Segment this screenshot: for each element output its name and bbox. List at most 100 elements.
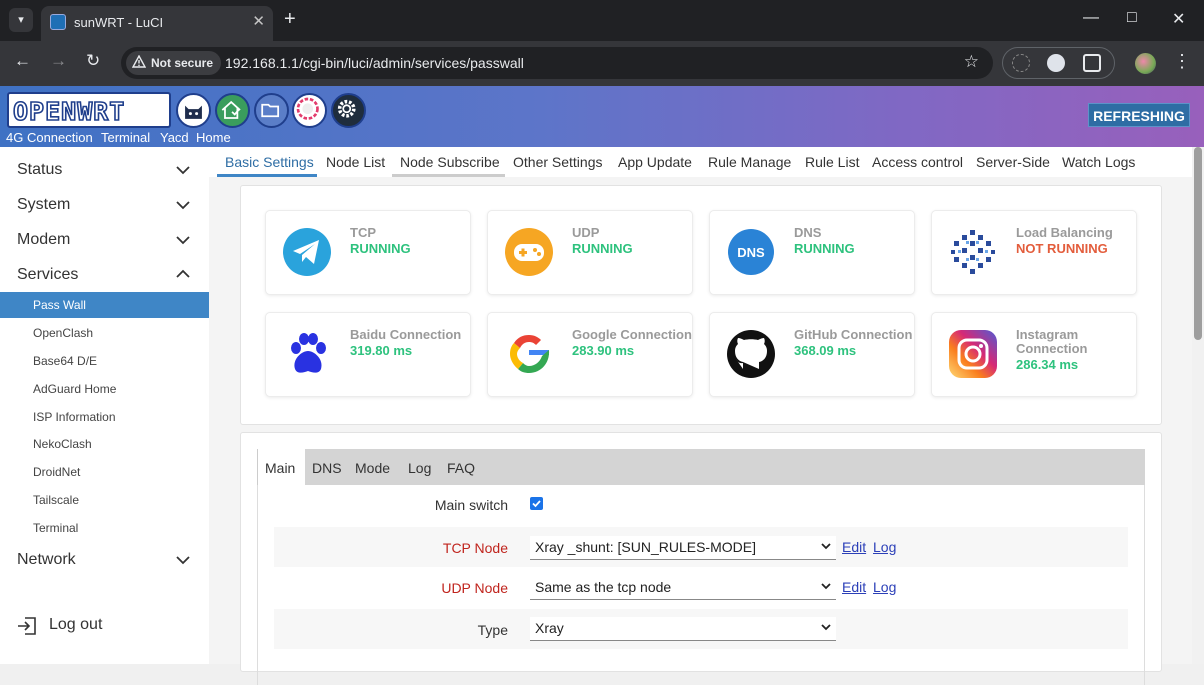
sidebar-item-adguard-home[interactable]: AdGuard Home [33,382,116,396]
recycle-extension-icon[interactable] [1012,54,1030,72]
openwrt-logo[interactable]: OPENWRT [7,92,171,128]
tab-close-icon[interactable]: ✕ [252,12,265,30]
chevron-up-icon[interactable] [176,267,190,281]
card-title: DNS [794,225,822,240]
tab-search-button[interactable]: ▾ [9,8,33,32]
instagram-icon [949,330,997,378]
tcp-node-log-link[interactable]: Log [873,539,896,555]
bookmark-star-icon[interactable]: ☆ [964,52,979,72]
load-balancing-icon [951,230,995,274]
close-window-icon[interactable]: ✕ [1172,9,1185,29]
minimize-icon[interactable]: — [1083,9,1099,27]
settings-gear-icon[interactable] [331,93,366,128]
maximize-icon[interactable]: □ [1127,9,1137,27]
luci-header: OPENWRT 4G Connection Terminal Yacd Home… [0,86,1204,147]
config-tab-log[interactable]: Log [408,460,431,476]
gauge-icon[interactable] [292,93,327,128]
type-value: Xray [535,620,564,636]
chevron-down-icon [821,583,831,590]
sidebar-item-terminal[interactable]: Terminal [33,521,78,535]
tab-node-list[interactable]: Node List [326,154,385,170]
card-title: UDP [572,225,600,240]
browser-menu-icon[interactable]: ⋮ [1173,51,1191,72]
cat-avatar-icon[interactable] [176,93,211,128]
sidebar-item-isp-information[interactable]: ISP Information [33,410,116,424]
sidebar-item-openclash[interactable]: OpenClash [33,326,93,340]
chevron-down-icon[interactable] [176,198,190,212]
shortcut-4g-connection[interactable]: 4G Connection [6,130,93,145]
svg-text:DNS: DNS [737,245,765,260]
sidebar-group-modem[interactable]: Modem [17,231,70,249]
sidebar-item-label: Pass Wall [33,298,86,312]
sidebar-item-tailscale[interactable]: Tailscale [33,493,79,507]
extensions-puzzle-icon[interactable] [1083,54,1101,72]
scrollbar-thumb[interactable] [1194,147,1202,340]
google-icon [510,335,550,373]
extensions-group [1002,47,1115,79]
tab-access-control[interactable]: Access control [872,154,963,170]
shortcut-home[interactable]: Home [196,130,231,145]
tab-app-update[interactable]: App Update [618,154,692,170]
dns-icon: DNS [728,229,774,275]
tab-node-subscribe[interactable]: Node Subscribe [400,154,500,170]
config-tab-main[interactable]: Main [265,460,295,476]
sidebar-item-base64[interactable]: Base64 D/E [33,354,97,368]
shortcut-yacd[interactable]: Yacd [160,130,189,145]
favicon-icon [50,14,66,30]
tab-watch-logs[interactable]: Watch Logs [1062,154,1135,170]
tab-server-side[interactable]: Server-Side [976,154,1050,170]
logout-icon[interactable] [17,617,37,635]
chevron-down-icon[interactable] [176,163,190,177]
tab-rule-manage[interactable]: Rule Manage [708,154,791,170]
tab-rule-list[interactable]: Rule List [805,154,859,170]
tab-other-settings[interactable]: Other Settings [513,154,603,170]
sidebar-item-nekoclash[interactable]: NekoClash [33,437,92,451]
sidebar-item-pass-wall[interactable]: Pass Wall [0,292,209,318]
baidu-paw-icon [291,333,326,373]
new-tab-button[interactable]: + [284,9,296,29]
tcp-node-edit-link[interactable]: Edit [842,539,866,555]
main-content: Basic Settings Node List Node Subscribe … [209,147,1204,685]
udp-node-select[interactable]: Same as the tcp node [530,576,836,600]
forward-icon[interactable]: → [50,51,67,71]
sidebar-group-network[interactable]: Network [17,551,76,569]
chevron-down-icon[interactable] [176,553,190,567]
chevron-down-icon[interactable] [176,233,190,247]
profile-avatar[interactable] [1135,53,1156,74]
tab-basic-settings[interactable]: Basic Settings [225,154,314,170]
chevron-down-icon [821,543,831,550]
browser-tab[interactable]: sunWRT - LuCI ✕ [41,6,273,41]
sidebar-group-status[interactable]: Status [17,161,62,179]
reload-icon[interactable]: ↻ [86,51,100,71]
url-text[interactable]: 192.168.1.1/cgi-bin/luci/admin/services/… [225,55,524,71]
sidebar-item-droidnet[interactable]: DroidNet [33,465,80,479]
sidebar-group-services[interactable]: Services [17,266,78,284]
main-switch-checkbox[interactable] [530,497,543,510]
tcp-node-select[interactable]: Xray _shunt: [SUN_RULES-MODE] [530,536,836,560]
not-secure-chip[interactable]: Not secure [126,51,222,75]
logo-text: OPENWRT [12,96,126,127]
udp-node-value: Same as the tcp node [535,579,672,595]
config-tab-dns[interactable]: DNS [312,460,342,476]
card-status: NOT RUNNING [1016,241,1108,256]
status-card-github: GitHub Connection 368.09 ms [709,312,915,397]
config-tabs: Main DNS Mode Log FAQ [257,449,1145,485]
config-panel: Main DNS Mode Log FAQ Main switch TCP No… [240,432,1162,685]
shortcut-terminal[interactable]: Terminal [101,130,150,145]
type-select[interactable]: Xray [530,617,836,641]
cursor-extension-icon[interactable] [1047,54,1065,72]
refreshing-indicator[interactable]: REFRESHING [1088,103,1190,127]
back-icon[interactable]: ← [14,51,31,71]
home-shield-icon[interactable] [215,93,250,128]
config-tab-faq[interactable]: FAQ [447,460,475,476]
main-switch-label: Main switch [434,497,508,513]
page-scrollbar[interactable] [1192,147,1204,664]
config-tab-mode[interactable]: Mode [355,460,390,476]
warning-icon [132,55,146,68]
udp-node-log-link[interactable]: Log [873,579,896,595]
folder-icon[interactable] [254,93,289,128]
udp-node-edit-link[interactable]: Edit [842,579,866,595]
sidebar-group-system[interactable]: System [17,196,70,214]
logout-link[interactable]: Log out [49,616,102,634]
address-bar[interactable]: Not secure 192.168.1.1/cgi-bin/luci/admi… [121,47,993,79]
